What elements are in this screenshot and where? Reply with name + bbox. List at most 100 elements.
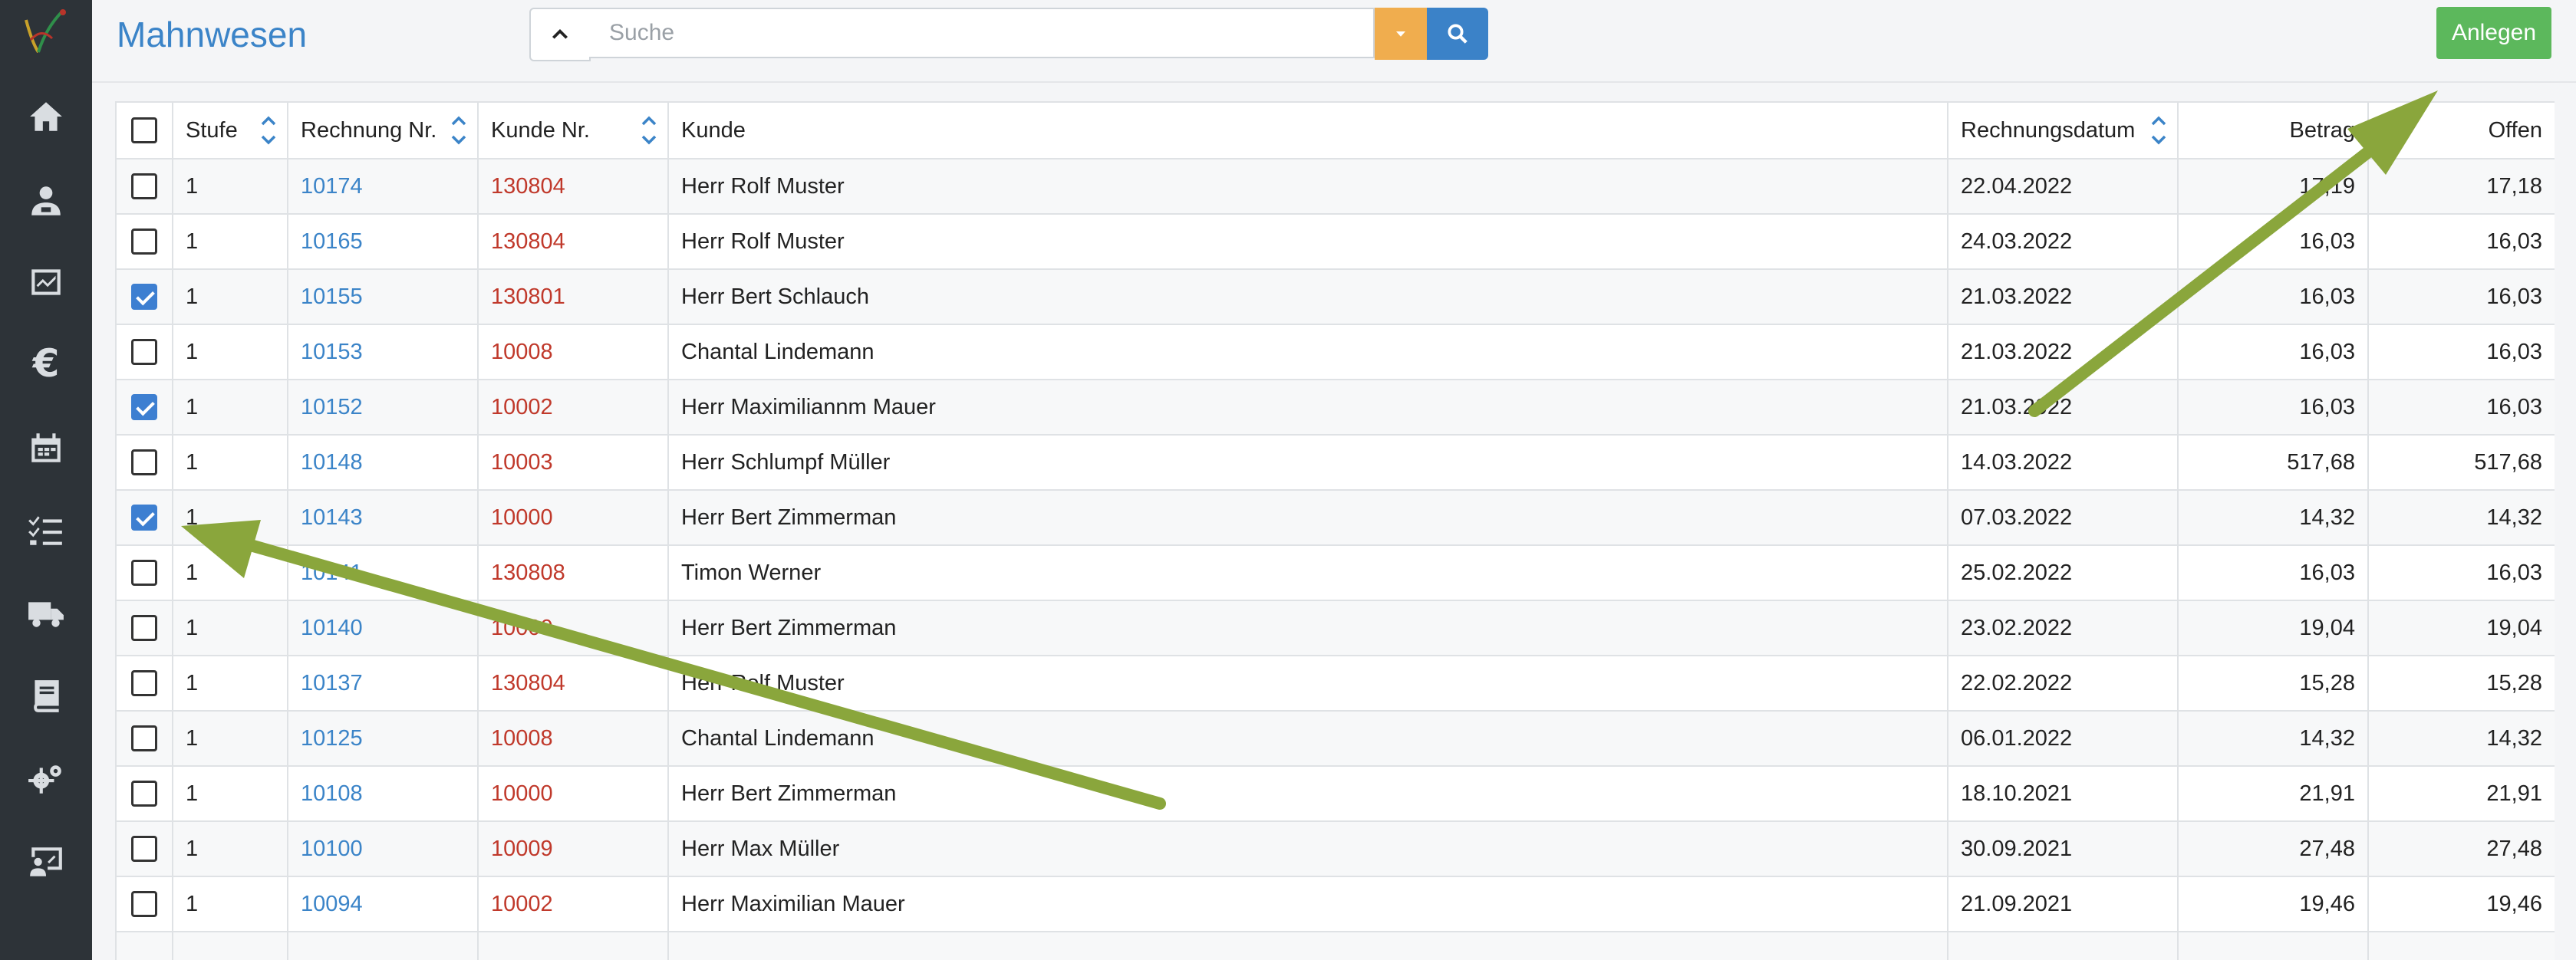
table-cell-amount: 27,48 <box>2177 820 2369 877</box>
row-checkbox[interactable] <box>131 560 157 587</box>
table-row[interactable]: 1 10148 10003 Herr Schlumpf Müller 14.03.202… <box>115 434 2555 491</box>
row-checkbox[interactable] <box>131 173 157 200</box>
invoice-link[interactable]: 10137 <box>287 655 479 712</box>
invoice-link[interactable]: 10165 <box>287 213 479 270</box>
customer-number-link[interactable]: 10000 <box>477 489 669 546</box>
invoice-link[interactable]: 10174 <box>287 158 479 215</box>
table-cell-stufe: 1 <box>172 379 288 436</box>
customer-number-link[interactable]: 130804 <box>477 158 669 215</box>
customer-number-link[interactable]: 10008 <box>477 324 669 380</box>
row-checkbox[interactable] <box>131 505 157 531</box>
row-checkbox[interactable] <box>131 891 157 918</box>
table-row[interactable]: 1 10108 10000 Herr Bert Zimmerman 18.10.2021… <box>115 765 2555 822</box>
table-row[interactable]: 1 10155 130801 Herr Bert Schlauch 21.03.2022… <box>115 268 2555 325</box>
select-all-checkbox[interactable] <box>131 117 157 144</box>
table-row[interactable]: 1 10125 10008 Chantal Lindemann 06.01.2022 14… <box>115 710 2555 767</box>
table-row[interactable]: 1 10143 10000 Herr Bert Zimmerman 07.03.2022… <box>115 489 2555 546</box>
sort-icon[interactable] <box>258 109 279 152</box>
customer-number-link[interactable]: 130804 <box>477 213 669 270</box>
invoice-link[interactable]: 10148 <box>287 434 479 491</box>
nav-tasks[interactable] <box>0 500 92 561</box>
sort-icon[interactable] <box>2148 109 2169 152</box>
customer-number-link[interactable]: 10000 <box>477 765 669 822</box>
table-cell-customer: Herr Rolf Muster <box>667 655 1948 712</box>
table-row[interactable]: 1 10140 10000 Herr Bert Zimmerman 23.02.2022… <box>115 600 2555 656</box>
table-row[interactable]: 1 10094 10002 Herr Maximilian Mauer 21.09.20… <box>115 876 2555 932</box>
create-button[interactable]: Anlegen <box>2436 7 2551 59</box>
table-row[interactable]: 1 10153 10008 Chantal Lindemann 21.03.2022 16… <box>115 324 2555 380</box>
nav-customers[interactable] <box>0 170 92 232</box>
row-checkbox[interactable] <box>131 615 157 642</box>
sort-icon[interactable] <box>638 109 660 152</box>
table-cell-open: 19,04 <box>2367 600 2555 656</box>
table-row[interactable]: 1 10141 130808 Timon Werner 25.02.2022 16,03 1… <box>115 544 2555 601</box>
column-label: Betrag <box>2289 117 2355 143</box>
invoice-link[interactable] <box>287 931 479 960</box>
home-icon <box>30 102 62 131</box>
invoice-link[interactable]: 10140 <box>287 600 479 656</box>
table-row[interactable]: 1 10152 10002 Herr Maximiliannm Mauer 21.03.… <box>115 379 2555 436</box>
nav-settings[interactable] <box>0 748 92 810</box>
table-cell-amount: 19,04 <box>2177 600 2369 656</box>
search-button[interactable] <box>1427 8 1488 60</box>
table-row[interactable] <box>115 931 2555 960</box>
search-options-button[interactable] <box>1375 8 1427 60</box>
table-cell-date: 21.03.2022 <box>1947 268 2179 325</box>
customer-number-link[interactable]: 10002 <box>477 379 669 436</box>
customer-number-link[interactable] <box>477 931 669 960</box>
table-row[interactable]: 1 10165 130804 Herr Rolf Muster 24.03.2022 16… <box>115 213 2555 270</box>
customer-number-link[interactable]: 130808 <box>477 544 669 601</box>
customer-number-link[interactable]: 130804 <box>477 655 669 712</box>
nav-finance[interactable]: € <box>0 333 92 394</box>
search-input[interactable] <box>589 8 1375 58</box>
row-checkbox[interactable] <box>131 339 157 366</box>
column-header-rechnungsdatum[interactable]: Rechnungsdatum <box>1947 101 2179 159</box>
invoice-link[interactable]: 10108 <box>287 765 479 822</box>
table-row[interactable]: 1 10174 130804 Herr Rolf Muster 22.04.2022 17… <box>115 158 2555 215</box>
nav-dashboard[interactable] <box>0 252 92 313</box>
invoice-link[interactable]: 10125 <box>287 710 479 767</box>
row-checkbox[interactable] <box>131 228 157 255</box>
table-row[interactable]: 1 10100 10009 Herr Max Müller 30.09.2021 27,4… <box>115 820 2555 877</box>
dunning-table: Stufe Rechnung Nr. Kunde Nr. Kunde Rechn… <box>115 101 2555 960</box>
row-checkbox[interactable] <box>131 670 157 697</box>
customer-number-link[interactable]: 10000 <box>477 600 669 656</box>
column-header-rechnung[interactable]: Rechnung Nr. <box>287 101 479 159</box>
invoice-link[interactable]: 10094 <box>287 876 479 932</box>
header-divider <box>92 81 2576 83</box>
invoice-link[interactable]: 10143 <box>287 489 479 546</box>
nav-documents[interactable] <box>0 666 92 727</box>
customer-number-link[interactable]: 10008 <box>477 710 669 767</box>
row-checkbox[interactable] <box>131 781 157 807</box>
sort-icon[interactable] <box>448 109 469 152</box>
invoice-link[interactable]: 10155 <box>287 268 479 325</box>
nav-home[interactable] <box>0 86 92 147</box>
row-checkbox[interactable] <box>131 836 157 863</box>
row-checkbox[interactable] <box>131 449 157 476</box>
nav-presentation[interactable] <box>0 831 92 893</box>
row-checkbox[interactable] <box>131 284 157 311</box>
table-cell-open: 14,32 <box>2367 489 2555 546</box>
invoice-link[interactable]: 10100 <box>287 820 479 877</box>
row-checkbox[interactable] <box>131 725 157 752</box>
column-label: Offen <box>2488 117 2542 143</box>
nav-calendar[interactable] <box>0 417 92 478</box>
invoice-link[interactable]: 10141 <box>287 544 479 601</box>
customer-number-link[interactable]: 10003 <box>477 434 669 491</box>
column-header-kunde-nr[interactable]: Kunde Nr. <box>477 101 669 159</box>
customer-number-link[interactable]: 10009 <box>477 820 669 877</box>
search-collapse-button[interactable] <box>529 8 591 61</box>
table-cell-amount: 17,19 <box>2177 158 2369 215</box>
table-row[interactable]: 1 10137 130804 Herr Rolf Muster 22.02.2022 15… <box>115 655 2555 712</box>
nav-delivery[interactable] <box>0 583 92 644</box>
row-checkbox[interactable] <box>131 394 157 421</box>
table-cell-open: 517,68 <box>2367 434 2555 491</box>
app-logo[interactable] <box>15 5 77 61</box>
invoice-link[interactable]: 10152 <box>287 379 479 436</box>
table-cell-stufe: 1 <box>172 324 288 380</box>
customer-number-link[interactable]: 10002 <box>477 876 669 932</box>
table-cell-date <box>1947 931 2179 960</box>
invoice-link[interactable]: 10153 <box>287 324 479 380</box>
column-header-stufe[interactable]: Stufe <box>172 101 288 159</box>
customer-number-link[interactable]: 130801 <box>477 268 669 325</box>
